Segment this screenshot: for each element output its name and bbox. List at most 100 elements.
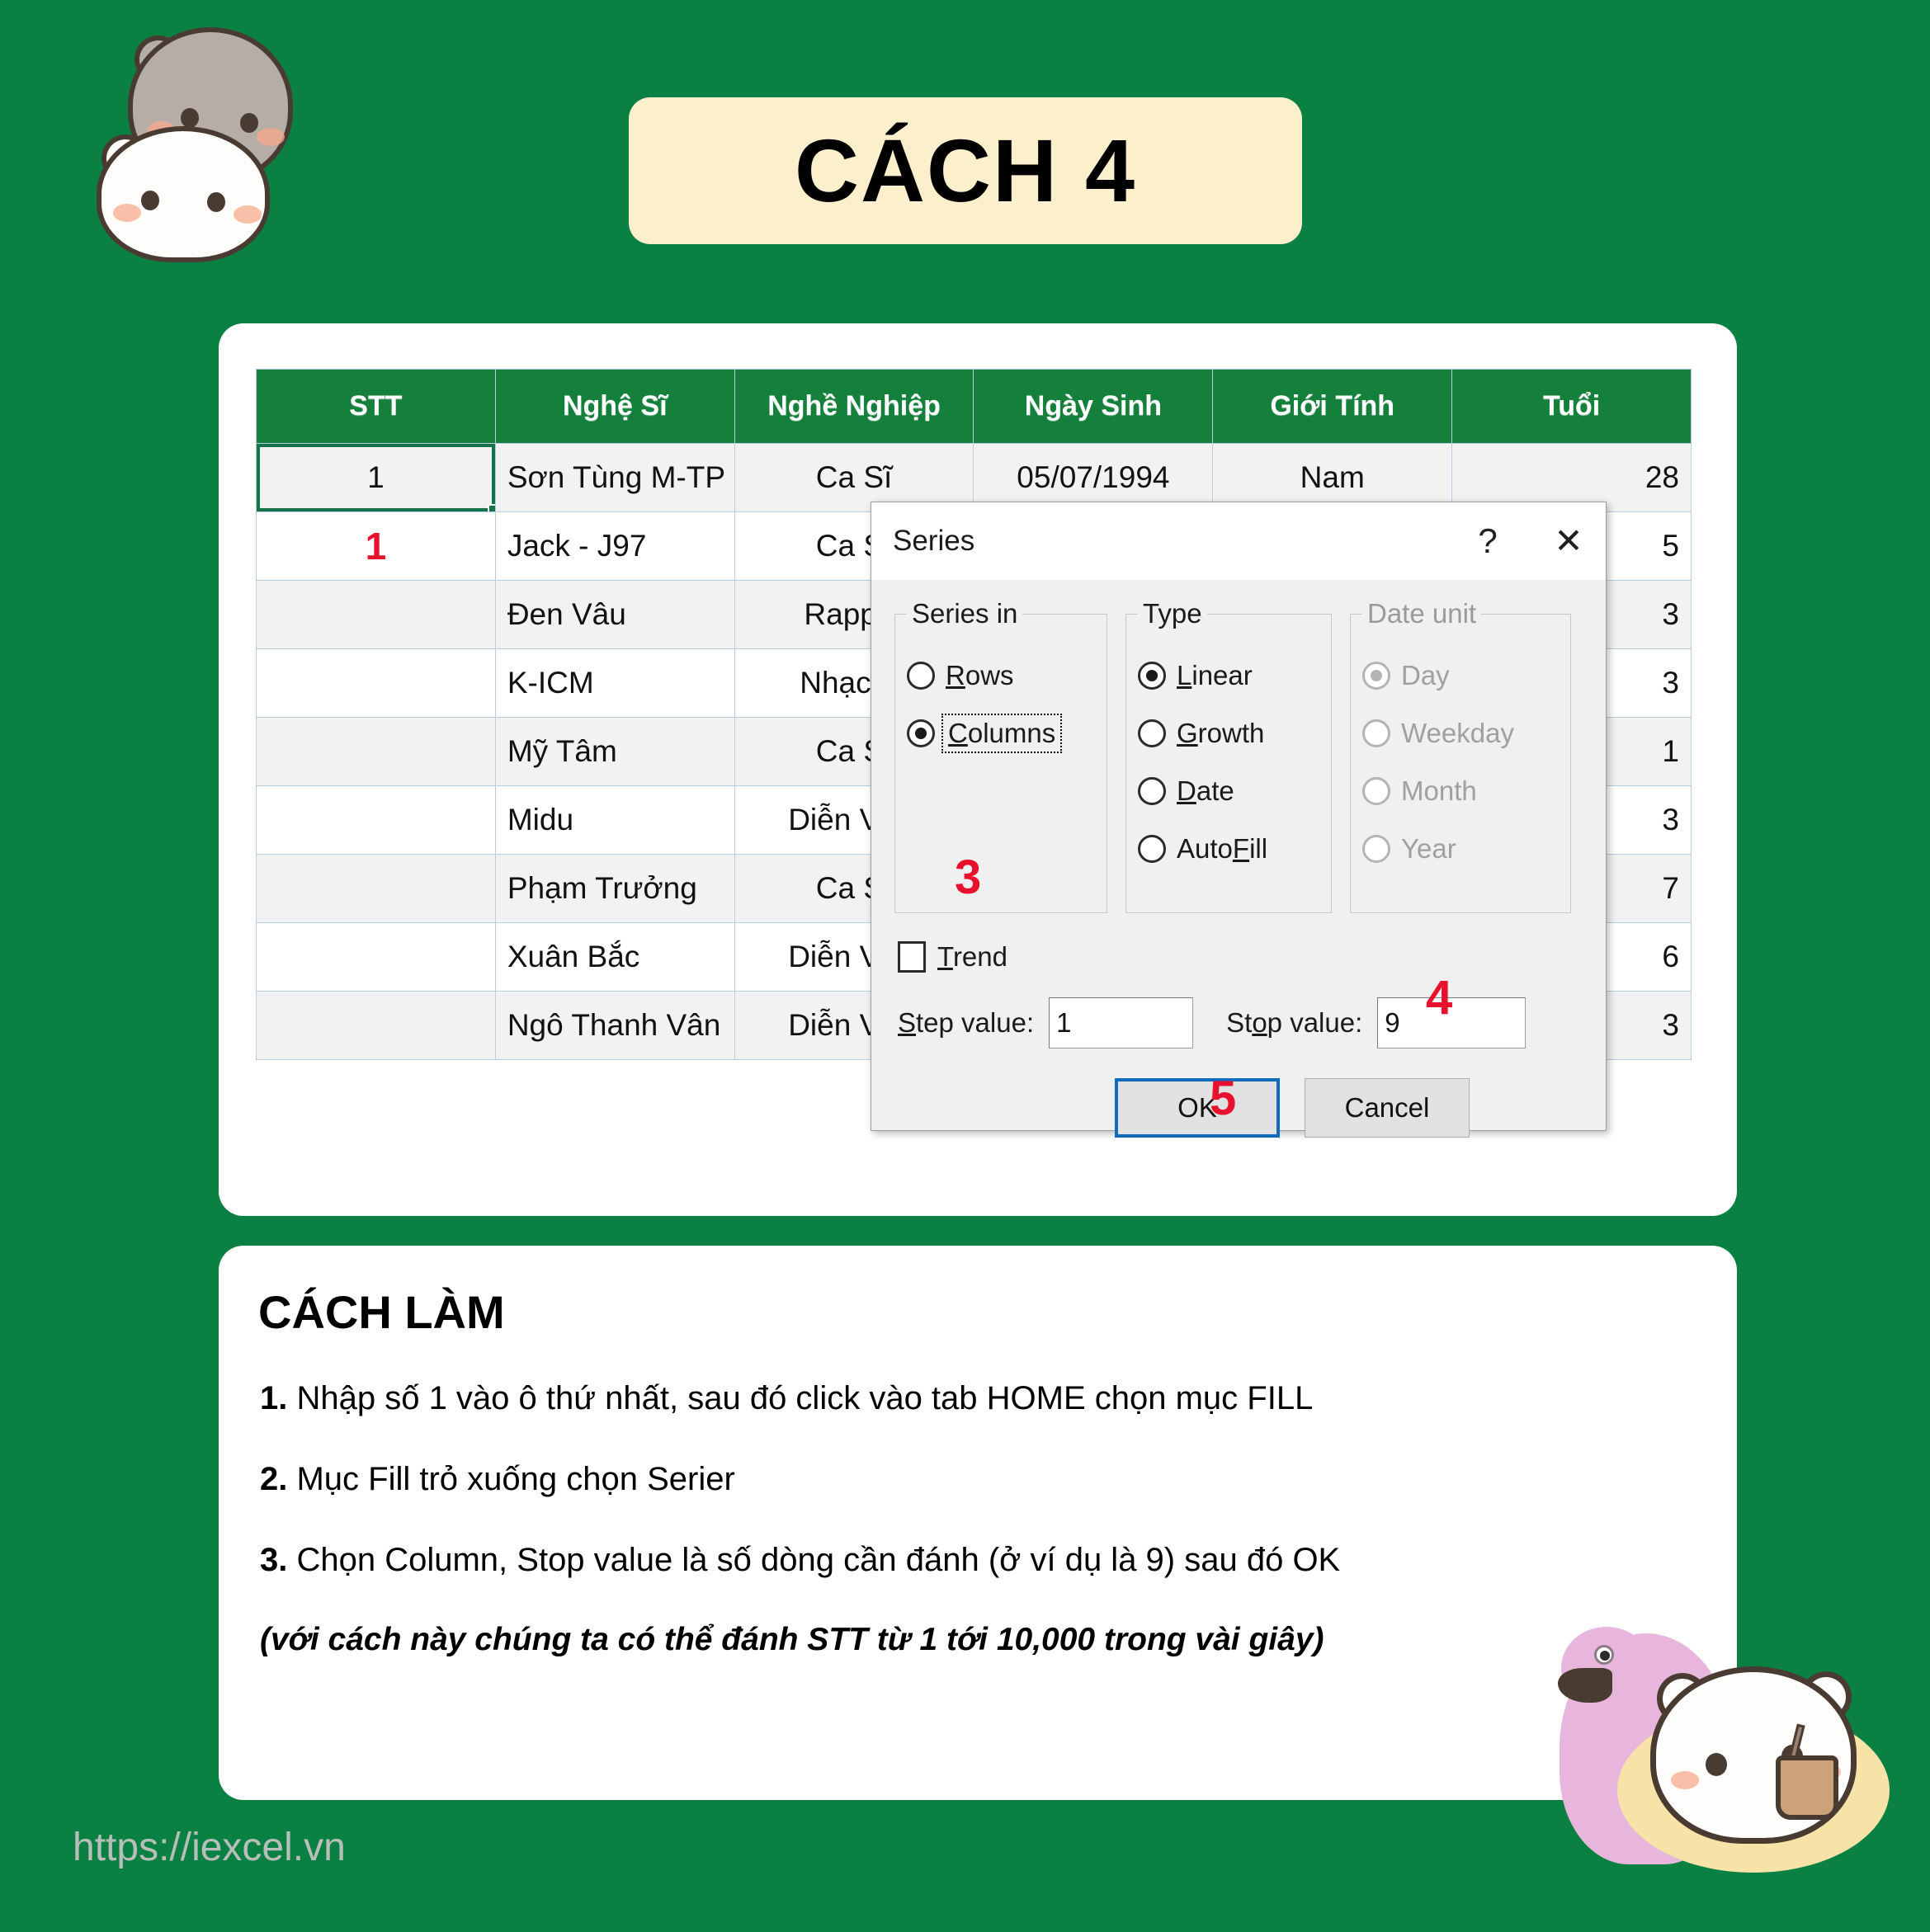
type-legend: Type xyxy=(1143,598,1202,629)
radio-type-growth[interactable]: Growth xyxy=(1138,714,1319,753)
gray-cat-blush-right-icon xyxy=(257,128,285,146)
radio-autofill-icon[interactable] xyxy=(1138,835,1166,863)
step-value-label: Step value: xyxy=(898,1007,1035,1038)
white-cat-body-icon xyxy=(97,126,270,262)
cell-stt[interactable] xyxy=(256,991,496,1060)
radio-date-unit-weekday: Weekday xyxy=(1362,714,1559,753)
radio-date-unit-day: Day xyxy=(1362,656,1559,695)
cell-name[interactable]: Xuân Bắc xyxy=(494,922,735,992)
howto-note: (với cách này chúng ta có thể đánh STT t… xyxy=(260,1622,1324,1657)
cat-mascot-top-left xyxy=(45,4,309,262)
howto-step-1-number: 1. xyxy=(260,1380,288,1416)
dialog-body: Series in Rows Columns 3 Type Linear Gro… xyxy=(871,580,1606,1138)
radio-columns-icon[interactable] xyxy=(907,719,935,747)
boba-cat-blush-left-icon xyxy=(1671,1771,1699,1789)
date-unit-group: Date unit Day Weekday Month Year xyxy=(1350,598,1571,913)
white-cat-blush-right-icon xyxy=(234,205,262,224)
howto-card: CÁCH LÀM 1. Nhập số 1 vào ô thứ nhất, sa… xyxy=(219,1246,1737,1800)
cell-name[interactable]: Ngô Thanh Vân xyxy=(494,991,735,1060)
cell-name[interactable]: Midu xyxy=(494,785,735,855)
annotation-number-4: 4 xyxy=(1426,971,1453,1025)
radio-autofill-label: AutoFill xyxy=(1177,833,1268,864)
white-cat-eye-right-icon xyxy=(207,192,225,212)
radio-weekday-icon xyxy=(1362,719,1390,747)
radio-type-date[interactable]: Date xyxy=(1138,771,1319,811)
radio-type-autofill[interactable]: AutoFill xyxy=(1138,829,1319,869)
help-icon[interactable]: ? xyxy=(1469,524,1507,558)
trend-label: Trend xyxy=(937,941,1007,972)
column-header-sex: Giới Tính xyxy=(1212,369,1453,444)
radio-series-in-rows[interactable]: Rows xyxy=(907,656,1095,695)
cell-stt[interactable]: 1 xyxy=(256,511,496,581)
column-header-name: Nghệ Sĩ xyxy=(494,369,735,444)
cell-stt[interactable] xyxy=(256,580,496,649)
radio-rows-icon[interactable] xyxy=(907,662,935,690)
flamingo-beak-icon xyxy=(1558,1668,1612,1703)
cell-name[interactable]: Phạm Trưởng xyxy=(494,854,735,923)
radio-columns-label: Columns xyxy=(941,714,1063,753)
stop-value-label: Stop value: xyxy=(1226,1007,1363,1038)
radio-weekday-label: Weekday xyxy=(1401,718,1514,748)
cell-stt[interactable] xyxy=(256,854,496,923)
radio-date-unit-month: Month xyxy=(1362,771,1559,811)
cell-name[interactable]: Jack - J97 xyxy=(494,511,735,581)
ok-button[interactable]: OK xyxy=(1115,1078,1280,1138)
series-in-group: Series in Rows Columns 3 xyxy=(894,598,1107,913)
radio-type-linear[interactable]: Linear xyxy=(1138,656,1319,695)
flamingo-pupil-icon xyxy=(1600,1651,1610,1661)
howto-title: CÁCH LÀM xyxy=(258,1286,505,1338)
howto-step-2-number: 2. xyxy=(260,1461,288,1497)
howto-step-1: 1. Nhập số 1 vào ô thứ nhất, sau đó clic… xyxy=(260,1378,1679,1419)
cell-stt[interactable]: 1 xyxy=(256,443,496,512)
trend-checkbox-row[interactable]: Trend xyxy=(898,941,1583,973)
series-dialog: Series ? ✕ Series in Rows Columns 3 Type xyxy=(871,502,1607,1138)
radio-year-label: Year xyxy=(1401,833,1456,864)
close-icon[interactable]: ✕ xyxy=(1550,524,1588,558)
annotation-number-3: 3 xyxy=(955,851,982,904)
howto-step-1-text: Nhập số 1 vào ô thứ nhất, sau đó click v… xyxy=(287,1380,1314,1416)
gray-cat-eye-left-icon xyxy=(181,108,199,128)
site-url[interactable]: https://iexcel.vn xyxy=(73,1825,346,1870)
howto-step-2-text: Mục Fill trỏ xuống chọn Serier xyxy=(287,1461,735,1497)
howto-step-3-text: Chọn Column, Stop value là số dòng cần đ… xyxy=(287,1542,1341,1578)
cell-stt[interactable] xyxy=(256,648,496,718)
boba-cat-mascot xyxy=(1558,1609,1914,1881)
radio-growth-icon[interactable] xyxy=(1138,719,1166,747)
white-cat-blush-left-icon xyxy=(113,204,141,222)
cell-name[interactable]: Sơn Tùng M-TP xyxy=(494,443,735,512)
column-header-age: Tuổi xyxy=(1451,369,1692,444)
radio-linear-label: Linear xyxy=(1177,660,1253,690)
cancel-button[interactable]: Cancel xyxy=(1305,1078,1470,1138)
radio-month-label: Month xyxy=(1401,775,1477,806)
radio-day-label: Day xyxy=(1401,660,1450,690)
trend-checkbox-icon[interactable] xyxy=(898,941,926,973)
column-header-job: Nghề Nghiệp xyxy=(734,369,974,444)
dialog-titlebar: Series ? ✕ xyxy=(871,502,1606,580)
date-unit-legend: Date unit xyxy=(1367,598,1477,629)
howto-step-3-number: 3. xyxy=(260,1542,288,1578)
radio-series-in-columns[interactable]: Columns xyxy=(907,714,1095,753)
annotation-number-5: 5 xyxy=(1210,1072,1237,1125)
cell-stt[interactable] xyxy=(256,785,496,855)
radio-date-icon[interactable] xyxy=(1138,777,1166,805)
radio-linear-icon[interactable] xyxy=(1138,662,1166,690)
annotation-number-1: 1 xyxy=(365,525,387,568)
dialog-option-groups: Series in Rows Columns 3 Type Linear Gro… xyxy=(894,598,1583,913)
cell-name[interactable]: Mỹ Tâm xyxy=(494,717,735,786)
boba-cup-icon xyxy=(1776,1755,1838,1820)
cell-stt[interactable] xyxy=(256,717,496,786)
table-header-row: STT Nghệ Sĩ Nghề Nghiệp Ngày Sinh Giới T… xyxy=(256,369,1692,444)
fill-handle-icon[interactable] xyxy=(487,504,495,511)
cell-name[interactable]: K-ICM xyxy=(494,648,735,718)
cell-name[interactable]: Đen Vâu xyxy=(494,580,735,649)
step-value-input[interactable]: 1 xyxy=(1049,997,1194,1048)
type-group: Type Linear Growth Date AutoFill xyxy=(1125,598,1332,913)
value-inputs-row: Step value: 1 Stop value: 9 xyxy=(898,997,1583,1048)
radio-rows-label: Rows xyxy=(946,660,1014,690)
cell-stt[interactable] xyxy=(256,922,496,992)
gray-cat-eye-right-icon xyxy=(240,113,258,133)
column-header-stt: STT xyxy=(256,369,496,444)
white-cat-eye-left-icon xyxy=(141,191,159,210)
boba-cat-eye-left-icon xyxy=(1706,1753,1727,1776)
radio-day-icon xyxy=(1362,662,1390,690)
